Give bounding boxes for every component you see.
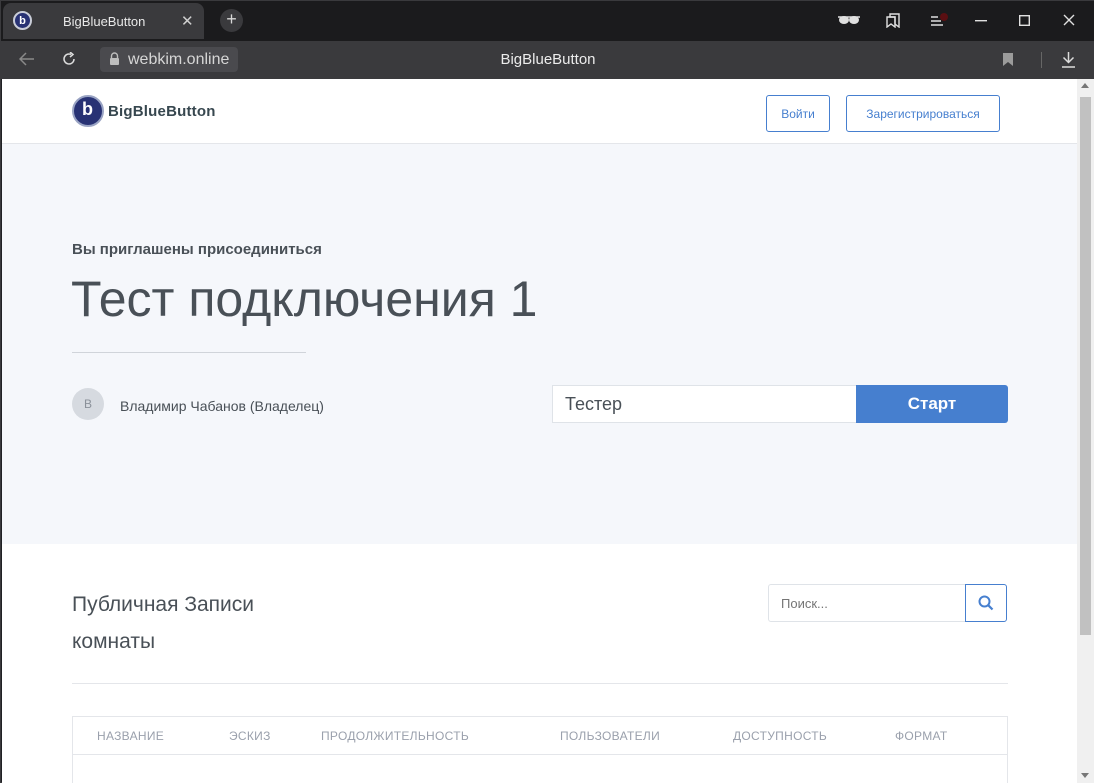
maximize-icon[interactable]	[1019, 15, 1030, 26]
tab-title: BigBlueButton	[63, 14, 146, 29]
section-divider	[72, 683, 1008, 684]
tab-close-icon[interactable]: ✕	[181, 12, 194, 30]
scroll-up-arrow-icon[interactable]	[1081, 83, 1089, 88]
recordings-table: НАЗВАНИЕ ЭСКИЗ ПРОДОЛЖИТЕЛЬНОСТЬ ПОЛЬЗОВ…	[72, 716, 1008, 783]
column-header-name: НАЗВАНИЕ	[97, 729, 165, 743]
toolbar-separator	[1041, 52, 1042, 68]
owner-name: Владимир Чабанов (Владелец)	[120, 398, 324, 414]
column-header-thumbnail: ЭСКИЗ	[229, 729, 271, 743]
menu-icon[interactable]	[930, 12, 950, 28]
join-hero: Вы приглашены присоединиться Тест подклю…	[2, 144, 1077, 544]
address-bar: webkim.online BigBlueButton	[1, 41, 1094, 79]
tab-bar: b BigBlueButton ✕ +	[1, 1, 1094, 41]
hero-divider	[72, 352, 306, 353]
invite-text: Вы приглашены присоединиться	[72, 241, 322, 258]
login-button[interactable]: Войти	[766, 95, 830, 132]
column-header-format: ФОРМАТ	[895, 729, 948, 743]
room-name: Тест подключения 1	[71, 271, 538, 327]
bookmark-icon[interactable]	[1002, 52, 1014, 67]
site-header: b BigBlueButton Войти Зарегистрироваться	[2, 79, 1077, 144]
column-header-duration: ПРОДОЛЖИТЕЛЬНОСТЬ	[321, 729, 469, 743]
column-header-users: ПОЛЬЗОВАТЕЛИ	[560, 729, 660, 743]
bookmarks-icon[interactable]	[886, 13, 900, 28]
scroll-thumb[interactable]	[1080, 97, 1091, 635]
scroll-down-arrow-icon[interactable]	[1081, 773, 1089, 778]
start-button[interactable]: Старт	[856, 385, 1008, 423]
bbb-logo[interactable]: b BigBlueButton	[72, 95, 216, 127]
tab-favicon-icon: b	[13, 11, 32, 30]
signup-button[interactable]: Зарегистрироваться	[846, 95, 1000, 132]
recordings-search-input[interactable]	[768, 584, 966, 622]
recordings-table-header: НАЗВАНИЕ ЭСКИЗ ПРОДОЛЖИТЕЛЬНОСТЬ ПОЛЬЗОВ…	[73, 717, 1007, 755]
page-scrollbar[interactable]	[1077, 79, 1094, 783]
search-button[interactable]	[965, 584, 1007, 622]
browser-page-title: BigBlueButton	[500, 51, 596, 68]
glasses-icon[interactable]	[837, 14, 861, 26]
join-name-input[interactable]	[552, 385, 857, 423]
bbb-logo-icon: b	[72, 95, 104, 127]
new-tab-button[interactable]: +	[220, 9, 243, 32]
download-icon[interactable]	[1061, 51, 1076, 68]
minimize-icon[interactable]	[975, 20, 987, 22]
recordings-title: Публичная Записи комнаты	[72, 593, 255, 653]
tab-bigbluebutton[interactable]: b BigBlueButton ✕	[3, 3, 204, 39]
close-window-icon[interactable]	[1063, 14, 1075, 26]
search-icon	[978, 595, 994, 611]
column-header-visibility: ДОСТУПНОСТЬ	[733, 729, 828, 743]
browser-window: b BigBlueButton ✕ + webkim.online BigBlu…	[0, 0, 1094, 783]
logo-text: BigBlueButton	[108, 102, 216, 120]
page-viewport: b BigBlueButton Войти Зарегистрироваться…	[2, 79, 1077, 783]
owner-avatar: В	[72, 388, 104, 420]
